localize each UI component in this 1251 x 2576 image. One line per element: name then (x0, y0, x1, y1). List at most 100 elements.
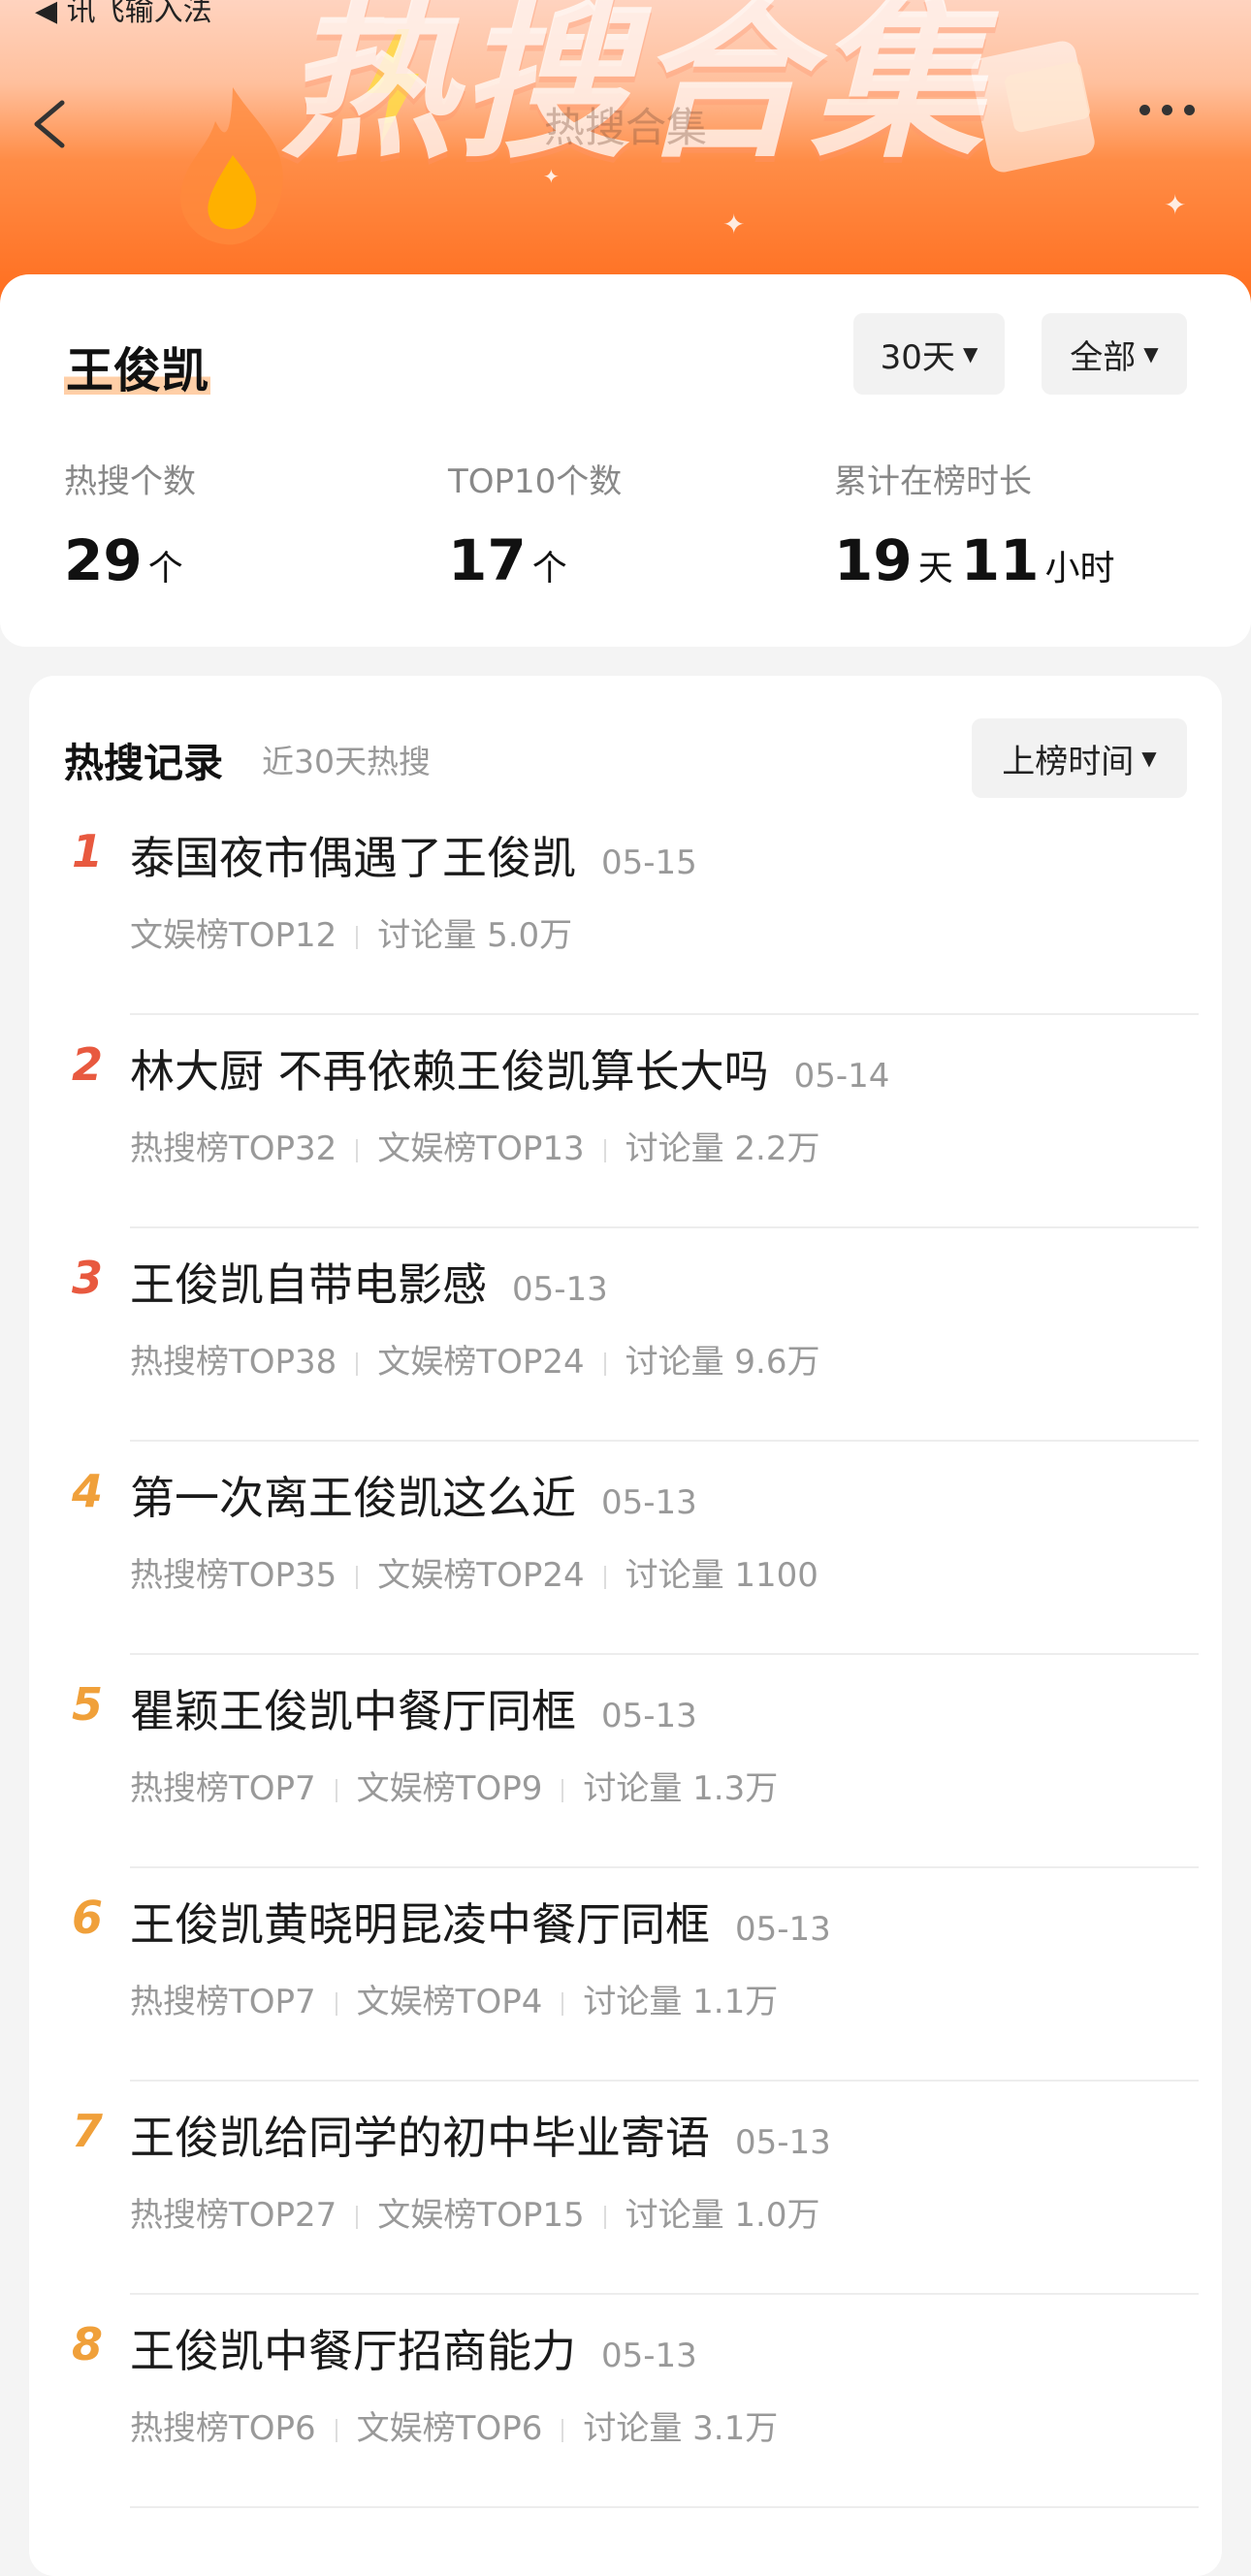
record-meta-value: 热搜榜TOP35 (130, 1556, 337, 1595)
record-title-text: 林大厨 不再依赖王俊凯算长大吗 (130, 1045, 769, 1097)
more-options-button[interactable] (1139, 101, 1217, 140)
stat-days-unit: 天 (917, 549, 953, 588)
record-item[interactable]: 6 王俊凯黄晓明昆凌中餐厅同框 05-13 热搜榜TOP7 文娱榜TOP4 讨论量 1.1… (29, 1868, 1222, 2082)
meta-separator (603, 1352, 606, 1376)
record-meta-value: 热搜榜TOP6 (130, 2409, 316, 2448)
record-meta-value: 讨论量 1.3万 (583, 1769, 779, 1808)
record-title-text: 王俊凯自带电影感 (130, 1258, 487, 1311)
record-date: 05-15 (601, 843, 697, 882)
record-meta: 热搜榜TOP32 文娱榜TOP13 讨论量 2.2万 (130, 1122, 819, 1169)
record-meta-value: 讨论量 1100 (625, 1556, 818, 1595)
record-meta-value: 文娱榜TOP4 (356, 1983, 543, 2021)
caret-down-icon: ▼ (1141, 747, 1157, 770)
header-banner: 热搜合集 ✦ ✦ ✦ ◀ 讯飞输入法 热搜合集 (0, 0, 1251, 320)
sort-dropdown[interactable]: 上榜时间 ▼ (972, 718, 1187, 798)
record-meta-value: 热搜榜TOP32 (130, 1129, 337, 1168)
record-title[interactable]: 王俊凯给同学的初中毕业寄语 05-13 (130, 2103, 831, 2167)
record-item[interactable]: 2 林大厨 不再依赖王俊凯算长大吗 05-14 热搜榜TOP32 文娱榜TOP13 讨论量… (29, 1015, 1222, 1228)
record-meta-value: 文娱榜TOP15 (377, 2196, 585, 2235)
stat-unit: 个 (531, 549, 567, 588)
record-meta: 热搜榜TOP27 文娱榜TOP15 讨论量 1.0万 (130, 2188, 819, 2236)
record-meta: 热搜榜TOP38 文娱榜TOP24 讨论量 9.6万 (130, 1335, 819, 1383)
record-title[interactable]: 王俊凯中餐厅招商能力 05-13 (130, 2316, 697, 2380)
record-meta: 热搜榜TOP7 文娱榜TOP4 讨论量 1.1万 (130, 1975, 778, 2022)
caret-down-icon: ▼ (1143, 342, 1159, 366)
record-meta: 热搜榜TOP35 文娱榜TOP24 讨论量 1100 (130, 1548, 818, 1596)
record-meta-value: 讨论量 9.6万 (625, 1343, 820, 1382)
record-title-text: 泰国夜市偶遇了王俊凯 (130, 832, 576, 884)
record-date: 05-13 (601, 2337, 697, 2375)
stat-label: 累计在榜时长 (834, 462, 1032, 501)
caret-down-icon: ▼ (962, 342, 978, 366)
divider (130, 2506, 1199, 2508)
record-item[interactable]: 8 王俊凯中餐厅招商能力 05-13 热搜榜TOP6 文娱榜TOP6 讨论量 3.1万 (29, 2295, 1222, 2508)
record-title-text: 王俊凯黄晓明昆凌中餐厅同框 (130, 1898, 710, 1951)
record-meta-value: 热搜榜TOP7 (130, 1769, 316, 1808)
record-meta-value: 讨论量 3.1万 (583, 2409, 779, 2448)
meta-separator (603, 1565, 606, 1589)
records-card: 热搜记录 近30天热搜 上榜时间 ▼ 1 泰国夜市偶遇了王俊凯 05-15 文娱榜TO… (29, 676, 1222, 2576)
record-date: 05-14 (793, 1057, 890, 1096)
record-meta-value: 文娱榜TOP24 (377, 1343, 585, 1382)
record-title-text: 王俊凯给同学的初中毕业寄语 (130, 2112, 710, 2164)
record-rank: 4 (72, 1465, 104, 1517)
meta-separator (356, 2205, 359, 2229)
meta-separator (335, 2418, 337, 2442)
record-title-text: 王俊凯中餐厅招商能力 (130, 2325, 576, 2377)
dot-icon (1162, 105, 1172, 115)
stat-hot-count: 热搜个数 29 个 (64, 455, 196, 593)
dot-icon (1139, 105, 1150, 115)
record-meta-value: 热搜榜TOP27 (130, 2196, 337, 2235)
summary-card: 王俊凯 30天 ▼ 全部 ▼ 热搜个数 29 个 TOP10个数 17 个 累计在榜… (0, 274, 1251, 647)
record-title-text: 第一次离王俊凯这么近 (130, 1472, 576, 1524)
stat-value: 29 (64, 527, 143, 593)
meta-separator (603, 1138, 606, 1162)
meta-separator (561, 1991, 564, 2016)
records-title: 热搜记录 (64, 740, 223, 786)
record-title[interactable]: 瞿颖王俊凯中餐厅同框 05-13 (130, 1676, 697, 1740)
meta-separator (335, 1991, 337, 2016)
record-title[interactable]: 王俊凯自带电影感 05-13 (130, 1250, 608, 1314)
record-meta-value: 讨论量 2.2万 (625, 1129, 820, 1168)
record-item[interactable]: 5 瞿颖王俊凯中餐厅同框 05-13 热搜榜TOP7 文娱榜TOP9 讨论量 1.3万 (29, 1655, 1222, 1868)
record-meta-value: 热搜榜TOP38 (130, 1343, 337, 1382)
record-meta-value: 讨论量 5.0万 (377, 916, 573, 955)
scope-filter-dropdown[interactable]: 全部 ▼ (1042, 313, 1187, 395)
stat-value: 17 (448, 527, 527, 593)
record-title-text: 瞿颖王俊凯中餐厅同框 (130, 1685, 576, 1737)
stat-hours-unit: 小时 (1044, 549, 1115, 588)
range-filter-dropdown[interactable]: 30天 ▼ (853, 313, 1005, 395)
meta-separator (561, 2418, 564, 2442)
sparkle-icon: ✦ (543, 165, 560, 188)
status-bar-app-label: ◀ 讯飞输入法 (35, 0, 212, 28)
record-meta-value: 文娱榜TOP6 (356, 2409, 543, 2448)
record-rank: 2 (72, 1038, 104, 1091)
record-title[interactable]: 泰国夜市偶遇了王俊凯 05-15 (130, 823, 697, 887)
meta-separator (356, 1352, 359, 1376)
record-item[interactable]: 1 泰国夜市偶遇了王俊凯 05-15 文娱榜TOP12 讨论量 5.0万 (29, 802, 1222, 1015)
record-date: 05-13 (735, 1910, 831, 1949)
sparkle-icon: ✦ (1164, 189, 1187, 221)
record-title[interactable]: 王俊凯黄晓明昆凌中餐厅同框 05-13 (130, 1890, 831, 1954)
record-rank: 1 (72, 825, 104, 877)
sparkle-icon: ✦ (722, 208, 746, 240)
record-date: 05-13 (601, 1483, 697, 1522)
range-filter-label: 30天 (880, 337, 955, 377)
record-date: 05-13 (735, 2123, 831, 2162)
record-rank: 7 (72, 2105, 104, 2157)
record-item[interactable]: 7 王俊凯给同学的初中毕业寄语 05-13 热搜榜TOP27 文娱榜TOP15 讨论量 1… (29, 2082, 1222, 2295)
stat-top10-count: TOP10个数 17 个 (448, 455, 622, 593)
record-meta: 文娱榜TOP12 讨论量 5.0万 (130, 908, 572, 956)
record-item[interactable]: 3 王俊凯自带电影感 05-13 热搜榜TOP38 文娱榜TOP24 讨论量 9.6万 (29, 1228, 1222, 1442)
page-title: 热搜合集 (543, 104, 707, 151)
record-meta-value: 文娱榜TOP12 (130, 916, 337, 955)
record-title[interactable]: 第一次离王俊凯这么近 05-13 (130, 1463, 697, 1527)
sort-label: 上榜时间 (1002, 742, 1135, 781)
meta-separator (356, 1565, 359, 1589)
stat-total-duration: 累计在榜时长 19 天 11 小时 (834, 455, 1122, 593)
person-name: 王俊凯 (64, 333, 211, 401)
scope-filter-label: 全部 (1070, 337, 1137, 377)
record-title[interactable]: 林大厨 不再依赖王俊凯算长大吗 05-14 (130, 1036, 889, 1100)
record-item[interactable]: 4 第一次离王俊凯这么近 05-13 热搜榜TOP35 文娱榜TOP24 讨论量 1100 (29, 1442, 1222, 1655)
stat-label: TOP10个数 (448, 462, 623, 501)
